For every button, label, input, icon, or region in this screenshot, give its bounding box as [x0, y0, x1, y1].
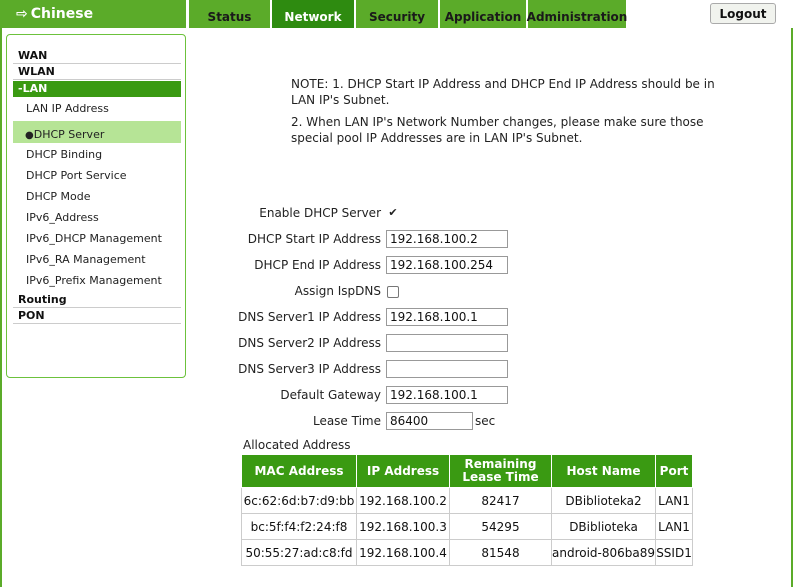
sidebar-item-ipv6-prefix-management[interactable]: IPv6_Prefix Management	[13, 273, 181, 289]
sidebar-item-dhcp-mode[interactable]: DHCP Mode	[13, 189, 181, 205]
col-header-lease-line1: Remaining	[464, 457, 537, 471]
sidebar-item-ipv6-address[interactable]: IPv6_Address	[13, 210, 181, 226]
lease-time-unit: sec	[475, 414, 496, 428]
dns-server3-input[interactable]	[386, 360, 508, 378]
cell-ip: 192.168.100.3	[356, 513, 450, 540]
note-line-2: 2. When LAN IP's Network Number changes,…	[291, 115, 704, 129]
language-switch[interactable]: ⇨ Chinese	[0, 0, 186, 28]
dhcp-end-ip-label: DHCP End IP Address	[254, 258, 381, 272]
tab-status-label: Status	[207, 10, 252, 24]
frame-border-right	[791, 28, 793, 587]
frame-border-left	[0, 28, 2, 587]
table-header-row: MAC Address IP Address Remaining Lease Ti…	[241, 454, 694, 488]
cell-port: SSID1	[655, 539, 694, 566]
tab-status[interactable]: Status	[189, 0, 270, 28]
sidebar-item-dhcp-server-label: DHCP Server	[33, 128, 105, 141]
sidebar-item-routing[interactable]: Routing	[13, 292, 181, 308]
sidebar-item-dhcp-port-service[interactable]: DHCP Port Service	[13, 168, 181, 184]
checkmark-icon: ✔	[388, 206, 398, 219]
dns-server1-label: DNS Server1 IP Address	[238, 310, 381, 324]
cell-lease: 81548	[449, 539, 552, 566]
tab-security-label: Security	[368, 10, 426, 24]
dns-server1-input[interactable]	[386, 308, 508, 326]
tab-application[interactable]: Application	[440, 0, 526, 28]
default-gateway-input[interactable]	[386, 386, 508, 404]
cell-ip: 192.168.100.2	[356, 487, 450, 514]
col-header-host: Host Name	[550, 454, 657, 488]
cell-mac: bc:5f:f4:f2:24:f8	[241, 513, 357, 540]
sidebar-item-pon[interactable]: PON	[13, 308, 181, 324]
sidebar-item-dhcp-server[interactable]: ●DHCP Server	[13, 121, 181, 143]
bullet-icon: ●	[25, 130, 34, 141]
cell-host: android-806ba89	[550, 539, 657, 566]
cell-host: DBiblioteka2	[550, 487, 657, 514]
sidebar-item-wan[interactable]: WAN	[13, 48, 181, 64]
col-header-mac: MAC Address	[241, 454, 357, 488]
tab-network[interactable]: Network	[272, 0, 354, 28]
tab-network-label: Network	[284, 10, 342, 24]
enable-dhcp-checkbox[interactable]: ✔	[387, 206, 399, 220]
table-row: 6c:62:6d:b7:d9:bb 192.168.100.2 82417 DB…	[241, 487, 694, 514]
enable-dhcp-label: Enable DHCP Server	[259, 206, 381, 220]
cell-host: DBiblioteka	[550, 513, 657, 540]
default-gateway-label: Default Gateway	[280, 388, 381, 402]
dns-server2-label: DNS Server2 IP Address	[238, 336, 381, 350]
lease-time-label: Lease Time	[312, 414, 381, 428]
allocated-address-table: MAC Address IP Address Remaining Lease Ti…	[241, 454, 694, 566]
sidebar-item-lan-ip-address[interactable]: LAN IP Address	[13, 101, 181, 117]
dhcp-start-ip-label: DHCP Start IP Address	[247, 232, 381, 246]
note-line-1: NOTE: 1. DHCP Start IP Address and DHCP …	[291, 77, 715, 91]
col-header-port: Port	[655, 454, 694, 488]
sidebar: WAN WLAN -LAN LAN IP Address ●DHCP Serve…	[6, 34, 186, 378]
table-row: 50:55:27:ad:c8:fd 192.168.100.4 81548 an…	[241, 539, 694, 566]
sidebar-item-ipv6-ra-management[interactable]: IPv6_RA Management	[13, 252, 181, 268]
col-header-lease: Remaining Lease Time	[449, 454, 552, 488]
cell-mac: 50:55:27:ad:c8:fd	[241, 539, 357, 566]
note-line-1-cont: LAN IP's Subnet.	[291, 93, 390, 107]
language-label: Chinese	[30, 6, 94, 22]
cell-lease: 82417	[449, 487, 552, 514]
cell-port: LAN1	[655, 513, 694, 540]
arrow-right-icon: ⇨	[16, 6, 28, 22]
allocated-address-title: Allocated Address	[243, 438, 351, 452]
tab-security[interactable]: Security	[356, 0, 438, 28]
note-line-2-cont: special pool IP Addresses are in LAN IP'…	[291, 131, 583, 145]
sidebar-item-wlan[interactable]: WLAN	[13, 64, 181, 80]
sidebar-item-lan[interactable]: -LAN	[13, 81, 181, 97]
tab-administration-label: Administration	[526, 10, 628, 24]
col-header-ip: IP Address	[356, 454, 450, 488]
logout-button[interactable]: Logout	[710, 3, 776, 24]
tab-application-label: Application	[444, 10, 522, 24]
dns-server2-input[interactable]	[386, 334, 508, 352]
dhcp-start-ip-input[interactable]	[386, 230, 508, 248]
cell-ip: 192.168.100.4	[356, 539, 450, 566]
cell-lease: 54295	[449, 513, 552, 540]
lease-time-input[interactable]	[386, 412, 473, 430]
assign-ispdns-checkbox[interactable]	[387, 286, 399, 298]
sidebar-item-dhcp-binding[interactable]: DHCP Binding	[13, 147, 181, 163]
tab-administration[interactable]: Administration	[526, 0, 628, 28]
col-header-lease-line2: Lease Time	[462, 470, 539, 484]
sidebar-item-ipv6-dhcp-management[interactable]: IPv6_DHCP Management	[13, 231, 181, 247]
cell-port: LAN1	[655, 487, 694, 514]
dhcp-end-ip-input[interactable]	[386, 256, 508, 274]
assign-ispdns-label: Assign IspDNS	[294, 284, 381, 298]
dns-server3-label: DNS Server3 IP Address	[238, 362, 381, 376]
table-row: bc:5f:f4:f2:24:f8 192.168.100.3 54295 DB…	[241, 513, 694, 540]
top-bar: ⇨ Chinese Status Network Security Applic…	[0, 0, 798, 29]
cell-mac: 6c:62:6d:b7:d9:bb	[241, 487, 357, 514]
